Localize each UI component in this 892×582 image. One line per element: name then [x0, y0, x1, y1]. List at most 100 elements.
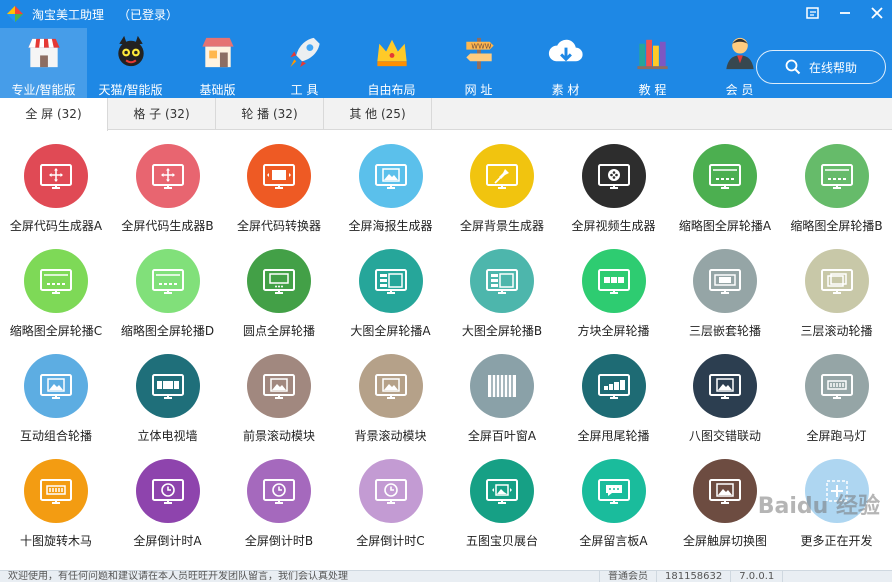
tool-card[interactable]: 立体电视墙 — [112, 342, 224, 447]
tool-label: 八图交错联动 — [688, 429, 761, 443]
tool-card[interactable]: 全屏留言板A — [558, 447, 670, 552]
title-bar: 淘宝美工助理 （已登录） — [0, 0, 892, 28]
blinds-icon — [488, 375, 516, 397]
tool-label: 全屏海报生成器 — [348, 219, 433, 233]
nav-item-5[interactable]: WWW 网 址 — [435, 28, 522, 98]
image-icon — [374, 164, 407, 189]
tool-label: 全屏甩尾轮播 — [577, 429, 650, 443]
tool-card[interactable]: 三层嵌套轮播 — [669, 237, 781, 342]
tool-card[interactable]: 全屏海报生成器 — [335, 132, 447, 237]
nav-item-1[interactable]: 天猫/智能版 — [87, 28, 174, 98]
tool-label: 全屏倒计时A — [133, 534, 202, 548]
tool-label: 全屏代码生成器B — [121, 219, 214, 233]
tool-card[interactable]: 大图全屏轮播A — [335, 237, 447, 342]
tool-label: 全屏倒计时B — [244, 534, 314, 548]
online-help-button[interactable]: 在线帮助 — [756, 50, 886, 84]
tool-card[interactable]: 全屏倒计时A — [112, 447, 224, 552]
tool-card[interactable]: 全屏甩尾轮播 — [558, 342, 670, 447]
shop-icon — [27, 38, 60, 68]
nav-item-0[interactable]: 专业/智能版 — [0, 28, 87, 98]
tool-label: 互动组合轮播 — [19, 429, 92, 443]
category-tabs: 全 屏 (32) 格 子 (32) 轮 播 (32) 其 他 (25) — [0, 98, 892, 131]
tool-label: 三层嵌套轮播 — [688, 324, 761, 338]
nav-item-7[interactable]: 教 程 — [609, 28, 696, 98]
tab-3[interactable]: 其 他 (25) — [324, 98, 432, 130]
tmall-cat-icon — [117, 35, 144, 67]
carousel-icon — [40, 479, 72, 504]
tool-card[interactable]: 全屏代码生成器B — [112, 132, 224, 237]
image-icon — [374, 374, 407, 399]
tool-card[interactable]: 全屏倒计时B — [223, 447, 335, 552]
tab-1[interactable]: 格 子 (32) — [108, 98, 216, 130]
tool-card[interactable]: 全屏视频生成器 — [558, 132, 670, 237]
tool-card[interactable]: 全屏跑马灯 — [781, 342, 892, 447]
tool-card[interactable]: 全屏代码生成器A — [0, 132, 112, 237]
rocket-icon — [289, 37, 320, 68]
tool-label: 大图全屏轮播B — [461, 324, 543, 338]
signpost-icon: WWW — [465, 37, 494, 70]
tool-card[interactable]: 缩略图全屏轮播C — [0, 237, 112, 342]
tool-card[interactable]: 前景滚动模块 — [223, 342, 335, 447]
slideshow-icon — [263, 164, 295, 189]
tool-card[interactable]: 背景滚动模块 — [335, 342, 447, 447]
tab-2[interactable]: 轮 播 (32) — [216, 98, 324, 130]
tool-label: 方块全屏轮播 — [577, 324, 650, 338]
tool-card[interactable]: 大图全屏轮播B — [446, 237, 558, 342]
cloud-download-icon — [548, 39, 583, 62]
move-arrows-icon — [151, 164, 184, 189]
member-avatar-icon — [725, 37, 754, 70]
tool-card[interactable]: 五图宝贝展台 — [446, 447, 558, 552]
member-level: 普通会员 — [600, 571, 657, 582]
tool-card[interactable]: 全屏倒计时C — [335, 447, 447, 552]
tv-wall-icon — [151, 374, 184, 399]
tool-card[interactable]: 圆点全屏轮播 — [223, 237, 335, 342]
tool-icon-circle — [358, 354, 423, 418]
tool-card[interactable]: 方块全屏轮播 — [558, 237, 670, 342]
nav-label: 工 具 — [290, 83, 319, 97]
tool-icon-circle — [581, 354, 646, 418]
tool-icon-circle — [804, 249, 869, 313]
tool-card[interactable]: 十图旋转木马 — [0, 447, 112, 552]
minimize-icon[interactable] — [836, 5, 854, 23]
close-icon[interactable] — [868, 5, 886, 23]
thumbnail-slider-icon — [151, 269, 184, 294]
version: 7.0.0.1 — [731, 571, 784, 582]
tool-icon-circle — [135, 354, 200, 418]
nav-item-2[interactable]: 基础版 — [174, 28, 261, 98]
online-help-label: 在线帮助 — [808, 60, 857, 75]
tool-card[interactable]: 互动组合轮播 — [0, 342, 112, 447]
tool-card[interactable]: 全屏百叶窗A — [446, 342, 558, 447]
restore-icon[interactable] — [804, 5, 822, 23]
nav-item-3[interactable]: 工 具 — [261, 28, 348, 98]
nav-item-4[interactable]: 自由布局 — [348, 28, 435, 98]
tool-icon-circle — [693, 249, 757, 313]
image-icon — [263, 374, 295, 399]
tool-icon-circle — [693, 459, 757, 523]
big-image-slider-icon — [486, 269, 518, 294]
tab-0[interactable]: 全 屏 (32) — [0, 98, 108, 131]
showcase-icon — [486, 479, 518, 504]
nested-slider-icon — [709, 269, 741, 294]
tool-card[interactable]: 全屏代码转换器 — [223, 132, 335, 237]
status-notice: 欢迎使用，有任何问题和建议请在本人员旺旺开发团队留言，我们会认真处理 — [0, 571, 600, 582]
tool-label: 五图宝贝展台 — [465, 534, 538, 548]
nav-label: 教 程 — [638, 83, 667, 97]
image-icon — [709, 374, 741, 399]
tool-icon-circle — [470, 459, 534, 523]
tool-card[interactable]: 全屏背景生成器 — [446, 132, 558, 237]
tool-card[interactable]: 缩略图全屏轮播D — [112, 237, 224, 342]
svg-text:WWW: WWW — [471, 43, 492, 51]
blocks-slider-icon — [597, 269, 630, 294]
image-icon — [40, 374, 72, 399]
store-icon — [201, 37, 234, 68]
clock-icon — [374, 479, 407, 504]
tool-card[interactable]: 缩略图全屏轮播B — [781, 132, 892, 237]
nav-label: 自由布局 — [367, 83, 416, 97]
tool-card[interactable]: 三层滚动轮播 — [781, 237, 892, 342]
tool-icon-circle — [247, 144, 311, 208]
nav-item-6[interactable]: 素 材 — [522, 28, 609, 98]
tool-card[interactable]: 缩略图全屏轮播A — [669, 132, 781, 237]
tool-icon-circle — [135, 459, 200, 523]
tool-label: 全屏代码转换器 — [236, 219, 321, 233]
tool-card[interactable]: 八图交错联动 — [669, 342, 781, 447]
